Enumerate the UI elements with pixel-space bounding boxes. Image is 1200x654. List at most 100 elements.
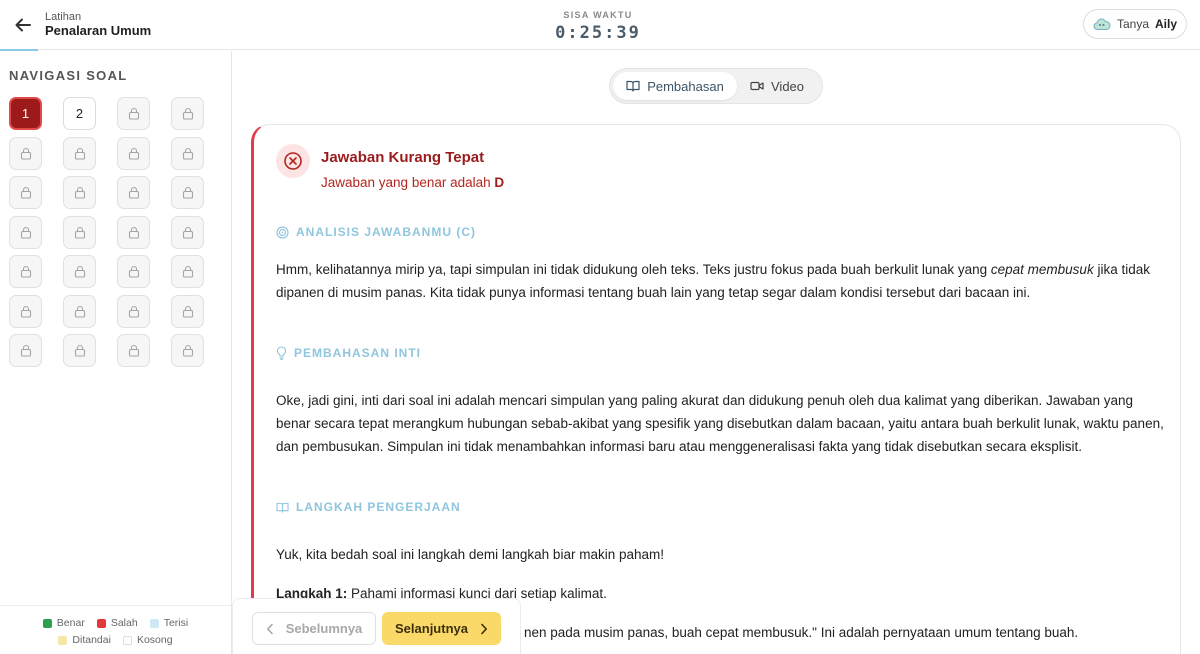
question-cell[interactable] <box>171 215 204 249</box>
tab-video-label: Video <box>771 78 805 94</box>
previous-button[interactable]: Sebelumnya <box>252 612 376 645</box>
question-cell[interactable] <box>63 136 96 170</box>
analisis-paragraph: Hmm, kelihatannya mirip ya, tapi simpula… <box>276 258 1166 304</box>
lock-icon <box>74 265 85 278</box>
langkah-intro: Yuk, kita bedah soal ini langkah demi la… <box>276 547 664 562</box>
ask-aily-button[interactable]: Tanya Aily <box>1083 9 1187 39</box>
target-icon <box>276 225 289 239</box>
lock-icon <box>182 147 193 160</box>
lock-icon <box>20 226 31 239</box>
question-number: 2 <box>75 106 84 121</box>
book-open-icon <box>276 502 289 513</box>
section-langkah-heading: LANGKAH PENGERJAAN <box>276 500 461 514</box>
legend-salah: Salah <box>96 617 138 629</box>
lock-icon <box>182 226 193 239</box>
question-cell[interactable] <box>9 334 42 367</box>
question-cell[interactable] <box>171 136 204 170</box>
lock-icon <box>182 344 193 357</box>
section-inti-heading: PEMBAHASAN INTI <box>276 346 421 360</box>
question-cell[interactable] <box>63 215 96 249</box>
question-cell[interactable] <box>117 255 150 288</box>
ask-name: Aily <box>1155 17 1178 31</box>
result-subtitle-prefix: Jawaban yang benar adalah <box>321 175 491 190</box>
lock-icon <box>74 226 85 239</box>
lock-icon <box>20 147 31 160</box>
lock-icon <box>128 265 139 278</box>
analisis-text-1: Hmm, kelihatannya mirip ya, tapi simpula… <box>276 262 991 277</box>
tab-pembahasan-label: Pembahasan <box>647 78 724 94</box>
question-cell[interactable] <box>9 136 42 170</box>
legend: Benar Salah Terisi Ditandai Kosong <box>0 605 231 654</box>
top-header: Latihan Penalaran Umum SISA WAKTU 0:25:3… <box>0 0 1200 52</box>
section-analisis-heading: ANALISIS JAWABANMU (C) <box>276 225 476 239</box>
analisis-emphasis: cepat membusuk <box>990 262 1094 277</box>
lock-icon <box>20 265 31 278</box>
lock-icon <box>182 305 193 318</box>
lock-icon <box>74 305 85 318</box>
legend-kosong-label: Kosong <box>136 634 173 646</box>
section-analisis-title: ANALISIS JAWABANMU (C) <box>296 225 476 239</box>
explanation-tabs: Pembahasan Video <box>609 68 823 104</box>
inti-paragraph: Oke, jadi gini, inti dari soal ini adala… <box>276 393 1164 454</box>
question-cell[interactable]: 1 <box>9 97 42 130</box>
timer-value: 0:25:39 <box>555 23 641 43</box>
tab-video[interactable]: Video <box>750 72 804 100</box>
lock-icon <box>128 226 139 239</box>
question-cell[interactable] <box>117 334 150 367</box>
question-cell[interactable] <box>9 215 42 249</box>
question-cell[interactable] <box>9 294 42 328</box>
book-icon <box>626 80 640 92</box>
page-title-block: Latihan Penalaran Umum <box>45 11 151 39</box>
next-button[interactable]: Selanjutnya <box>382 612 501 645</box>
legend-ditandai-label: Ditandai <box>72 634 111 646</box>
question-cell[interactable] <box>117 294 150 328</box>
cloud-icon <box>1093 18 1111 30</box>
question-cell[interactable] <box>171 97 204 130</box>
question-cell[interactable] <box>171 334 204 367</box>
next-button-label: Selanjutnya <box>395 621 468 636</box>
lock-icon <box>128 107 139 120</box>
explanation-card: Jawaban Kurang Tepat Jawaban yang benar … <box>251 124 1181 654</box>
question-cell[interactable] <box>117 176 150 209</box>
result-title: Jawaban Kurang Tepat <box>321 149 485 166</box>
legend-ditandai-swatch <box>58 635 68 645</box>
back-button[interactable] <box>10 12 36 38</box>
legend-terisi-label: Terisi <box>163 617 189 629</box>
question-cell[interactable]: 2 <box>63 97 96 130</box>
lock-icon <box>128 147 139 160</box>
page-subtitle: Latihan <box>45 11 82 23</box>
lock-icon <box>20 305 31 318</box>
tab-pembahasan[interactable]: Pembahasan <box>613 72 737 100</box>
result-status <box>276 144 310 178</box>
lock-icon <box>182 265 193 278</box>
lock-icon <box>74 147 85 160</box>
lightbulb-icon <box>276 346 287 360</box>
lock-icon <box>20 344 31 357</box>
question-cell[interactable] <box>171 294 204 328</box>
legend-kosong: Kosong <box>122 634 173 646</box>
question-cell[interactable] <box>171 255 204 288</box>
chevron-right-icon <box>481 623 487 634</box>
legend-benar: Benar <box>42 617 85 629</box>
previous-button-label: Sebelumnya <box>285 621 363 636</box>
question-cell[interactable] <box>9 176 42 209</box>
question-cell[interactable] <box>171 176 204 209</box>
lock-icon <box>182 107 193 120</box>
bottom-navigation: Sebelumnya Selanjutnya <box>232 598 521 654</box>
question-cell[interactable] <box>117 215 150 249</box>
question-cell[interactable] <box>117 136 150 170</box>
legend-salah-swatch <box>96 618 106 628</box>
lock-icon <box>128 186 139 199</box>
question-grid: 12 <box>9 97 204 367</box>
question-cell[interactable] <box>9 255 42 288</box>
question-cell[interactable] <box>63 294 96 328</box>
question-cell[interactable] <box>63 255 96 288</box>
video-icon <box>750 81 764 91</box>
question-cell[interactable] <box>117 97 150 130</box>
timer: SISA WAKTU 0:25:39 <box>540 10 656 43</box>
correct-answer: D <box>494 175 505 190</box>
question-cell[interactable] <box>63 334 96 367</box>
legend-terisi-swatch <box>149 618 159 628</box>
question-navigation-sidebar: NAVIGASI SOAL 12 Benar Salah Terisi Dita… <box>0 51 232 654</box>
question-cell[interactable] <box>63 176 96 209</box>
